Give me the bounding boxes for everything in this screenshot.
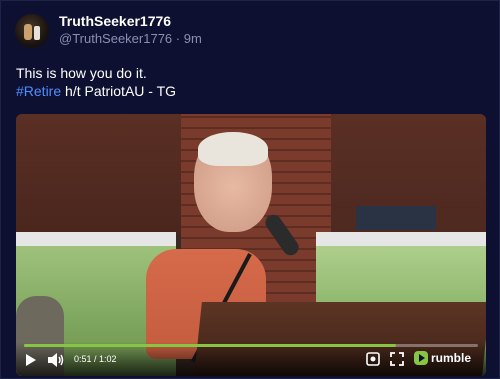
progress-bar[interactable] — [24, 344, 478, 347]
video-frame-ledge-right — [316, 232, 486, 246]
post-text-line-2: #Retire h/t PatriotAU - TG — [16, 82, 176, 100]
play-icon[interactable] — [26, 354, 36, 366]
separator: · — [175, 31, 181, 46]
hashtag-link[interactable]: #Retire — [16, 83, 61, 99]
volume-icon[interactable] — [48, 353, 64, 367]
user-info: TruthSeeker1776 @TruthSeeker1776 · 9m — [59, 13, 202, 48]
video-controls: 0:51 / 1:02 rumble — [16, 342, 486, 376]
fullscreen-icon[interactable] — [390, 352, 404, 366]
time-display: 0:51 / 1:02 — [74, 354, 117, 364]
rumble-wordmark: rumble — [431, 351, 472, 365]
post-header: TruthSeeker1776 @TruthSeeker1776 · 9m — [15, 13, 202, 48]
rumble-mark-icon — [414, 351, 428, 365]
rumble-logo[interactable]: rumble — [414, 351, 471, 365]
video-frame-equipment — [356, 206, 436, 230]
post-card: TruthSeeker1776 @TruthSeeker1776 · 9m Th… — [0, 0, 500, 379]
post-text-line-2-rest: h/t PatriotAU - TG — [61, 83, 177, 99]
video-frame-wall — [16, 114, 181, 234]
display-name[interactable]: TruthSeeker1776 — [59, 13, 202, 30]
video-frame-speaker-hair — [198, 132, 268, 166]
gear-icon[interactable] — [366, 352, 380, 366]
timestamp: 9m — [183, 31, 202, 46]
post-text: This is how you do it. #Retire h/t Patri… — [16, 64, 176, 100]
video-player[interactable]: 0:51 / 1:02 rumble — [16, 114, 486, 376]
handle-line: @TruthSeeker1776 · 9m — [59, 30, 202, 48]
post-text-line-1: This is how you do it. — [16, 65, 147, 81]
progress-fill — [24, 344, 397, 347]
video-frame-ledge — [16, 232, 176, 246]
avatar[interactable] — [15, 13, 49, 48]
user-handle[interactable]: @TruthSeeker1776 — [59, 31, 172, 46]
